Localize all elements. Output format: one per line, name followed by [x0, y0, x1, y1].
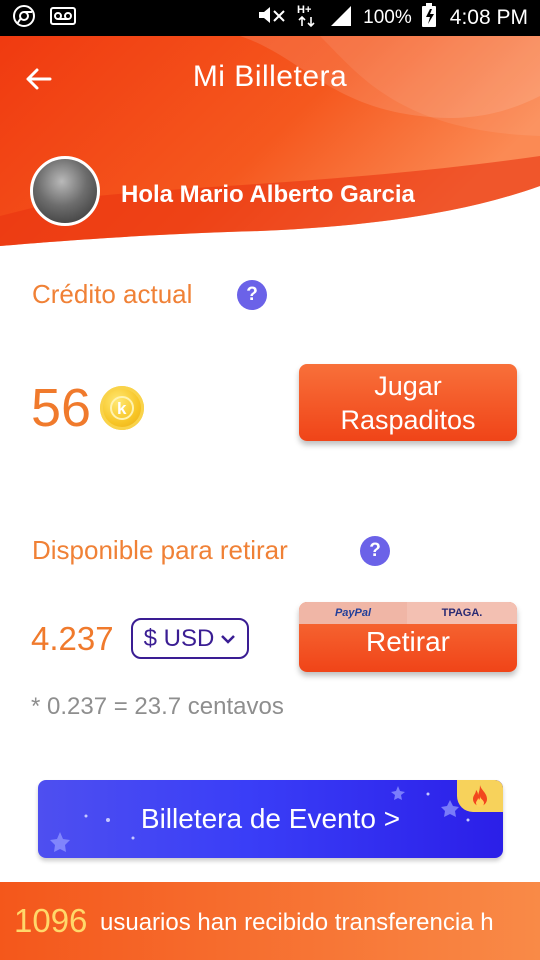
credit-help-icon[interactable]: ?: [237, 280, 267, 310]
currency-value: $ USD: [143, 624, 215, 652]
battery-percent: 100%: [363, 7, 412, 28]
coin-icon: k: [100, 386, 144, 430]
mute-icon: [257, 5, 287, 31]
withdraw-label: Disponible para retirar: [32, 535, 288, 565]
signal-icon: [329, 4, 353, 32]
tpaga-logo: TPAGA.: [407, 602, 517, 624]
network-hplus-icon: H+: [297, 2, 319, 34]
fire-icon: [473, 785, 487, 807]
payment-logos: PayPal TPAGA.: [299, 602, 517, 624]
withdraw-value: 4.237: [31, 620, 114, 657]
status-bar: H+ 100% 4:08 PM: [0, 0, 540, 36]
voicemail-icon: [50, 6, 76, 30]
ticker-text: usuarios han recibido transferencia h: [100, 909, 494, 936]
credit-label: Crédito actual: [32, 279, 193, 309]
event-wallet-button[interactable]: Billetera de Evento >: [38, 780, 503, 858]
play-scratch-button[interactable]: Jugar Raspaditos: [299, 364, 517, 441]
ticker-count: 1096: [14, 902, 88, 939]
page-title: Mi Billetera: [192, 60, 348, 93]
avatar[interactable]: [30, 156, 100, 226]
svg-text:k: k: [117, 399, 127, 418]
user-greeting: Hola Mario Alberto Garcia: [121, 181, 415, 208]
conversion-note: * 0.237 = 23.7 centavos: [31, 693, 284, 720]
chrome-icon: [12, 4, 36, 33]
battery-icon: [421, 3, 436, 33]
withdraw-button-label: Retirar: [365, 626, 450, 657]
currency-select[interactable]: $ USD: [131, 618, 249, 659]
credit-value: 56: [31, 378, 92, 438]
event-wallet-label: Billetera de Evento >: [140, 803, 401, 834]
paypal-logo: PayPal: [299, 602, 407, 624]
withdraw-help-icon[interactable]: ?: [360, 536, 390, 566]
withdraw-button[interactable]: PayPal TPAGA. Retirar: [299, 602, 517, 672]
fire-badge: [457, 780, 503, 812]
transfer-ticker: 1096 usuarios han recibido transferencia…: [0, 882, 540, 960]
svg-text:H+: H+: [297, 4, 311, 16]
chevron-down-icon: [221, 634, 236, 644]
wallet-header: Mi Billetera Hola Mario Alberto Garcia: [0, 36, 540, 251]
clock: 4:08 PM: [449, 6, 528, 29]
